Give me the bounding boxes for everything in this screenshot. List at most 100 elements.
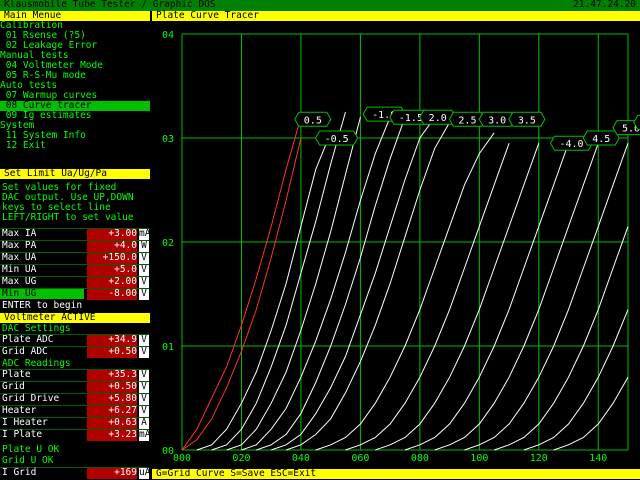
- curve-label: -0.5: [325, 134, 349, 145]
- adc-row: I Plate +3.23 mA: [0, 429, 150, 441]
- adc-row: Grid Drive +5.80 V: [0, 393, 149, 405]
- curve-line: [345, 143, 510, 451]
- curve-line: [256, 117, 406, 451]
- limit-table: Max IA +3.00 mA Max PA +4.0 W Max UA +150.0 V Min…: [0, 228, 150, 300]
- adc-value: +5.80: [87, 394, 137, 405]
- limit-value[interactable]: +150.0: [87, 253, 137, 264]
- adc-unit: V: [139, 382, 149, 393]
- x-tick-label: 060: [351, 453, 369, 464]
- limit-header: Set Limit Ua/Ug/Pa: [0, 169, 150, 179]
- curve-label: 0.5: [304, 115, 322, 126]
- adc-label: Plate: [2, 369, 31, 380]
- plate-status: Plate U OK: [2, 444, 60, 455]
- adc-row: Grid +0.50 V: [0, 381, 149, 393]
- limit-value[interactable]: +5.0: [87, 265, 137, 276]
- limit-row[interactable]: Min UA +5.0 V: [0, 264, 149, 276]
- curve-line: [375, 143, 540, 451]
- limit-row[interactable]: Min UG -8.00 V: [0, 288, 149, 300]
- adc-row: Heater +6.27 V: [0, 405, 149, 417]
- limit-unit: V: [139, 265, 149, 276]
- menu-item[interactable]: 12 Exit: [0, 141, 150, 151]
- adc-unit: V: [139, 394, 149, 405]
- limit-help: Set values for fixed DAC output. Use UP,…: [2, 183, 134, 223]
- dac-row: Plate ADC +34.9 V: [0, 334, 149, 346]
- adc-label: Grid Drive: [2, 393, 60, 404]
- curve-line: [523, 309, 629, 451]
- curve-label: -4.0: [559, 139, 583, 150]
- limit-value[interactable]: +4.0: [87, 241, 137, 252]
- dac-table: Plate ADC +34.9 V Grid ADC +0.50 V: [0, 334, 150, 358]
- voltmeter-header: Voltmeter ACTIVE: [0, 313, 150, 323]
- plot-header: Plate Curve Tracer: [152, 11, 640, 21]
- plot-footer: G=Grid Curve S=Save ESC=Exit: [152, 469, 640, 479]
- adc-table: Plate +35.3 V Grid +0.50 V Grid Drive +5.80 V Hea…: [0, 369, 150, 441]
- adc-value: +0.63: [87, 418, 137, 429]
- help-line: LEFT/RIGHT to set value: [2, 212, 134, 223]
- x-tick-label: 120: [530, 453, 548, 464]
- adc-value: +3.23: [87, 430, 137, 441]
- y-tick-label: 00: [162, 446, 174, 457]
- y-tick-label: 03: [162, 134, 174, 145]
- limit-row[interactable]: Max UA +150.0 V: [0, 252, 149, 264]
- grid-status: Grid U OK: [2, 455, 54, 466]
- limit-unit: V: [139, 253, 149, 264]
- title-bar: Klausmobile Tube Tester / Graphic DOS 21…: [0, 0, 640, 11]
- dac-unit: V: [139, 347, 149, 358]
- igrid-label: I Grid: [2, 467, 37, 478]
- dac-label: Grid ADC: [2, 346, 48, 357]
- limit-value[interactable]: +2.00: [87, 277, 137, 288]
- dac-unit: V: [139, 335, 149, 346]
- plate-curve-chart: 000 020 040 060 080 100 120 140 00 01 02 03 04 0.5-0.…: [162, 30, 640, 464]
- limit-label: Min UA: [2, 264, 37, 275]
- curve-line: [434, 143, 599, 451]
- adc-row: I Heater +0.63 A: [0, 417, 149, 429]
- app-title: Klausmobile Tube Tester / Graphic DOS: [4, 0, 216, 10]
- adc-label: Heater: [2, 405, 37, 416]
- curve-line: [211, 111, 346, 451]
- x-tick-label: 040: [292, 453, 310, 464]
- adc-value: +35.3: [87, 370, 137, 381]
- curve-line: [285, 122, 451, 451]
- curve-label: 3.0: [488, 115, 506, 126]
- limit-label: Max PA: [2, 240, 37, 251]
- limit-value[interactable]: +3.00: [87, 229, 137, 240]
- y-tick-label: 02: [162, 238, 174, 249]
- x-tick-label: 080: [411, 453, 429, 464]
- x-tick-label: 000: [173, 453, 191, 464]
- dac-row: Grid ADC +0.50 V: [0, 346, 149, 358]
- y-tick-label: 01: [162, 342, 174, 353]
- x-tick-label: 140: [589, 453, 607, 464]
- dac-header: DAC Settings: [2, 323, 71, 334]
- curve-line: [271, 116, 436, 451]
- dac-label: Plate ADC: [2, 334, 54, 345]
- dac-value: +0.50: [87, 347, 137, 358]
- x-tick-label: 100: [470, 453, 488, 464]
- dac-value: +34.9: [87, 335, 137, 346]
- curve-label: 3.5: [518, 115, 536, 126]
- adc-header: ADC Readings: [2, 358, 71, 369]
- curve-label: -1.5: [399, 113, 423, 124]
- adc-label: Grid: [2, 381, 25, 392]
- limit-label: Max UA: [2, 252, 37, 263]
- adc-label: I Heater: [2, 417, 48, 428]
- limit-unit: V: [139, 277, 149, 288]
- left-panel: Main Menue Calibration 01 Rsense (?5) 02…: [0, 11, 150, 480]
- limit-unit: V: [139, 289, 149, 300]
- curve-line: [553, 376, 629, 451]
- limit-row[interactable]: Max PA +4.0 W: [0, 240, 149, 252]
- limit-row[interactable]: Max IA +3.00 mA: [0, 228, 150, 240]
- adc-unit: V: [139, 406, 149, 417]
- curve-line: [464, 143, 629, 451]
- limit-label: Max UG: [2, 276, 37, 287]
- y-tick-label: 04: [162, 30, 174, 41]
- limit-label: Min UG: [0, 289, 84, 299]
- limit-value[interactable]: -8.00: [87, 289, 137, 300]
- adc-row: Plate +35.3 V: [0, 369, 149, 381]
- igrid-unit: uA: [139, 467, 151, 479]
- adc-value: +6.27: [87, 406, 137, 417]
- limit-row[interactable]: Max UG +2.00 V: [0, 276, 149, 288]
- x-tick-label: 020: [232, 453, 250, 464]
- enter-hint: ENTER to begin: [2, 300, 83, 311]
- curve-label: 2.0: [429, 113, 447, 124]
- adc-unit: A: [139, 418, 149, 429]
